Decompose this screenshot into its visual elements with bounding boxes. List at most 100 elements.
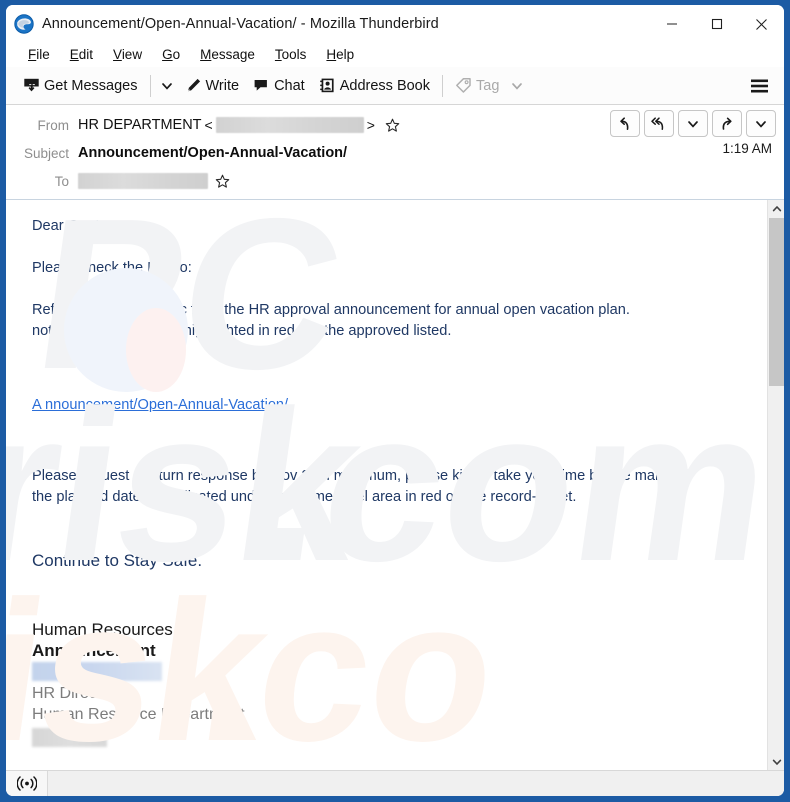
menu-item-label: dit	[78, 47, 94, 62]
thunderbird-icon	[14, 14, 34, 34]
signature-name-redacted	[32, 662, 162, 681]
menu-item-message[interactable]: Message	[190, 44, 265, 66]
minimize-button[interactable]	[649, 5, 694, 43]
body-greeting: Dear Gents,	[32, 218, 111, 234]
to-value	[78, 173, 230, 189]
scrollbar-down-arrow-icon[interactable]	[768, 753, 784, 770]
hamburger-menu-icon[interactable]	[744, 71, 774, 101]
tag-icon	[455, 77, 472, 94]
get-messages-dropdown-button[interactable]	[156, 71, 178, 101]
from-star-icon[interactable]	[385, 118, 400, 133]
pencil-icon	[185, 77, 202, 94]
from-angle-close: >	[366, 117, 375, 133]
window-controls	[649, 5, 784, 43]
address-book-icon	[319, 77, 336, 94]
body-spacer-3	[32, 508, 741, 550]
menu-item-edit[interactable]: Edit	[60, 44, 103, 66]
get-messages-button[interactable]: Get Messages	[16, 71, 145, 101]
menu-item-go[interactable]: Go	[152, 44, 190, 66]
message-actions	[610, 110, 776, 137]
scrollbar-up-arrow-icon[interactable]	[768, 200, 784, 217]
menu-item-file[interactable]: File	[18, 44, 60, 66]
address-book-button[interactable]: Address Book	[312, 71, 437, 101]
tag-button[interactable]: Tag	[448, 71, 506, 101]
signature-title: HR Director	[32, 685, 116, 702]
status-bar	[6, 770, 784, 796]
to-value-redacted	[78, 173, 208, 189]
announcement-link[interactable]: A nnouncement/Open-Annual-Vacation/	[32, 397, 288, 413]
title-bar: Announcement/Open-Annual-Vacation/ - Moz…	[6, 5, 784, 43]
menu-item-tools[interactable]: Tools	[265, 44, 317, 66]
get-messages-icon	[23, 77, 40, 94]
menu-accel: G	[162, 47, 173, 62]
body-spacer-2	[32, 416, 741, 466]
message-scrollbar[interactable]	[767, 200, 784, 770]
main-toolbar: Get Messages Write Chat Address Book Tag	[6, 67, 784, 105]
menu-accel: M	[200, 47, 212, 62]
reply-button[interactable]	[610, 110, 640, 137]
signature-line-1: Human Resources	[32, 620, 173, 639]
menu-item-label: elp	[336, 47, 355, 62]
menu-item-label: essage	[211, 47, 255, 62]
body-spacer-4	[32, 571, 741, 619]
from-value: HR DEPARTMENT < >	[78, 117, 400, 133]
subject-row: Subject Announcement/Open-Annual-Vacatio…	[16, 139, 774, 167]
signature-block: Human Resources Announcement HR Director…	[32, 619, 741, 747]
write-button[interactable]: Write	[178, 71, 247, 101]
tag-dropdown-button[interactable]	[506, 71, 528, 101]
tag-label: Tag	[476, 77, 500, 94]
status-bar-text	[48, 770, 784, 796]
signature-footer-redacted	[32, 728, 107, 747]
message-timestamp: 1:19 AM	[722, 141, 772, 156]
menu-accel: V	[113, 47, 122, 62]
toolbar-separator-2	[442, 74, 443, 97]
menu-item-help[interactable]: Help	[316, 44, 364, 66]
chat-bubble-icon	[253, 77, 270, 94]
subject-label: Subject	[23, 145, 69, 161]
chat-button[interactable]: Chat	[246, 71, 312, 101]
chat-label: Chat	[274, 77, 305, 94]
scrollbar-thumb[interactable]	[769, 218, 784, 386]
thunderbird-window: Announcement/Open-Annual-Vacation/ - Moz…	[6, 5, 784, 796]
body-paragraph-2-line-2: the planned date, as indicated under the…	[32, 489, 577, 505]
signature-department: Human Resource Department	[32, 706, 245, 723]
reply-all-button[interactable]	[644, 110, 674, 137]
to-row: To	[16, 167, 774, 195]
menu-accel: T	[274, 47, 282, 62]
message-header: From HR DEPARTMENT < > Subject Announcem…	[6, 105, 784, 200]
get-messages-label: Get Messages	[44, 77, 138, 94]
body-spacer-1	[32, 342, 741, 395]
body-paragraph-1-line-2: note that all the names highlighted in r…	[32, 323, 452, 339]
menu-item-view[interactable]: View	[103, 44, 152, 66]
body-memo-line: Please check the Memo:	[32, 260, 192, 276]
maximize-button[interactable]	[694, 5, 739, 43]
menu-item-label: o	[172, 47, 181, 62]
body-paragraph-2: Please request a return response by Nov …	[32, 466, 741, 508]
menu-accel: F	[28, 47, 37, 62]
window-frame: Announcement/Open-Annual-Vacation/ - Moz…	[0, 0, 790, 802]
close-button[interactable]	[739, 5, 784, 43]
subject-value: Announcement/Open-Annual-Vacation/	[78, 145, 347, 161]
write-label: Write	[205, 77, 240, 94]
message-body-area: PC risk .com risk .co Dear Gents, Please…	[6, 200, 784, 770]
body-closing: Continue to Stay Safe.	[32, 551, 203, 570]
message-body: PC risk .com risk .co Dear Gents, Please…	[6, 200, 767, 770]
toolbar-separator	[149, 74, 151, 97]
more-actions-dropdown-button[interactable]	[746, 110, 776, 137]
menu-item-label: ile	[36, 47, 50, 62]
window-title: Announcement/Open-Annual-Vacation/ - Moz…	[42, 16, 439, 32]
menu-item-label: iew	[121, 47, 143, 62]
from-email-redacted	[215, 117, 364, 133]
reply-dropdown-button[interactable]	[678, 110, 708, 137]
address-book-label: Address Book	[339, 77, 430, 94]
from-label: From	[37, 117, 70, 133]
body-paragraph-2-line-1: Please request a return response by Nov …	[32, 468, 687, 484]
from-angle-open: <	[204, 117, 213, 133]
from-display-name[interactable]: HR DEPARTMENT	[78, 117, 202, 133]
to-star-icon[interactable]	[215, 174, 230, 189]
body-paragraph-1-line-1: Refer to the above topic from the HR app…	[32, 302, 630, 318]
menu-accel: E	[69, 47, 79, 62]
menu-item-label: ools	[281, 47, 307, 62]
broadcast-icon[interactable]	[6, 770, 48, 796]
forward-button[interactable]	[712, 110, 742, 137]
